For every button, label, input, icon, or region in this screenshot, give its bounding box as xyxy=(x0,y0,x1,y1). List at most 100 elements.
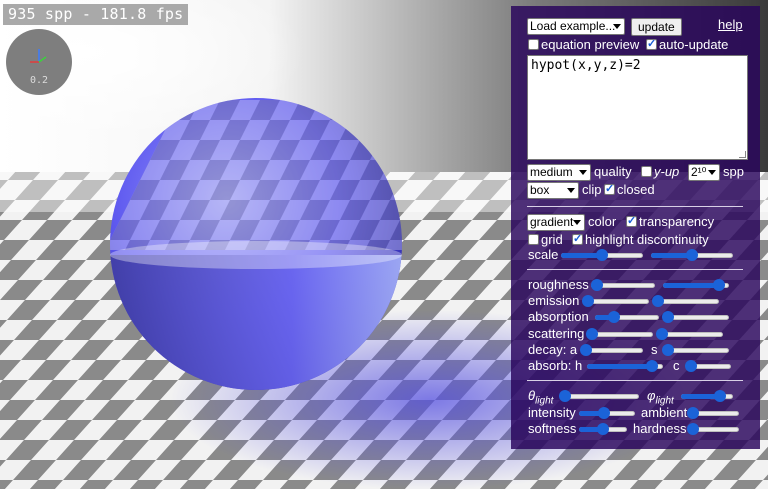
theta-light-slider[interactable] xyxy=(558,390,639,402)
ambient-slider[interactable] xyxy=(687,407,739,419)
slider-thumb[interactable] xyxy=(662,344,675,356)
ambient-label: ambient xyxy=(641,405,688,420)
slider-thumb[interactable] xyxy=(662,311,675,323)
quality-select[interactable]: medium xyxy=(527,164,591,181)
absorb-c-slider[interactable] xyxy=(685,360,731,372)
slider-thumb[interactable] xyxy=(586,328,599,340)
color-label: color xyxy=(588,214,617,229)
slider-thumb[interactable] xyxy=(558,390,571,402)
slider-thumb[interactable] xyxy=(687,407,700,419)
control-panel: Load example... update help equation pre… xyxy=(511,6,760,449)
decay-s-slider[interactable] xyxy=(662,344,729,356)
axes-scale-value: 0.2 xyxy=(29,75,49,86)
auto-update-label: auto-update xyxy=(659,37,729,52)
grid-label: grid xyxy=(541,232,563,247)
slider-thumb[interactable] xyxy=(652,295,665,307)
slider-thumb[interactable] xyxy=(656,328,669,340)
equation-text: hypot(x,y,z)=2 xyxy=(531,58,641,73)
scattering-slider-1[interactable] xyxy=(586,328,653,340)
highlight-discontinuity-checkbox[interactable] xyxy=(572,232,583,245)
slider-track xyxy=(665,348,729,353)
intensity-slider[interactable] xyxy=(579,407,635,419)
color-select[interactable]: gradient xyxy=(527,214,585,231)
spp-select[interactable]: 2¹⁰ xyxy=(688,164,720,181)
stats-readout: 935 spp - 181.8 fps xyxy=(3,4,189,25)
decay-a-label: decay: a xyxy=(528,342,578,357)
phi-light-label: φlight xyxy=(647,388,674,407)
slider-thumb[interactable] xyxy=(713,279,726,291)
slider-track xyxy=(561,394,639,399)
slider-thumb[interactable] xyxy=(714,390,726,402)
slider-track xyxy=(583,348,643,353)
grid-checkbox[interactable] xyxy=(528,234,539,245)
intensity-label: intensity xyxy=(528,405,576,420)
closed-checkbox[interactable] xyxy=(604,182,615,195)
absorption-slider-2[interactable] xyxy=(662,311,729,323)
slider-track xyxy=(589,332,653,337)
slider-track xyxy=(659,332,723,337)
divider xyxy=(527,269,743,270)
emission-slider-1[interactable] xyxy=(582,295,649,307)
decay-a-slider[interactable] xyxy=(580,344,643,356)
theta-light-label: θlight xyxy=(528,388,554,407)
absorb-h-label: absorb: h xyxy=(528,358,583,373)
softness-slider[interactable] xyxy=(579,423,627,435)
absorb-c-label: c xyxy=(673,358,680,373)
slider-thumb[interactable] xyxy=(580,344,592,356)
highlight-discontinuity-label: highlight discontinuity xyxy=(585,232,709,247)
resize-handle-icon[interactable] xyxy=(739,151,746,158)
scattering-label: scattering xyxy=(528,326,585,341)
help-link[interactable]: help xyxy=(718,17,743,32)
slider-track xyxy=(665,315,729,320)
absorption-label: absorption xyxy=(528,309,589,324)
clip-label: clip xyxy=(582,182,602,197)
axes-gizmo[interactable]: 0.2 xyxy=(6,29,72,95)
slider-thumb[interactable] xyxy=(582,295,595,307)
equation-preview-checkbox[interactable] xyxy=(528,39,539,50)
closed-label: closed xyxy=(617,182,655,197)
slider-thumb[interactable] xyxy=(598,407,611,419)
equation-preview-label: equation preview xyxy=(541,37,640,52)
divider xyxy=(527,380,743,381)
emission-slider-2[interactable] xyxy=(652,295,719,307)
auto-update-checkbox[interactable] xyxy=(646,37,657,50)
quality-label: quality xyxy=(594,164,632,179)
absorb-h-slider[interactable] xyxy=(587,360,663,372)
transparency-checkbox[interactable] xyxy=(626,214,637,227)
scale-slider-2[interactable] xyxy=(651,249,733,261)
slider-thumb[interactable] xyxy=(685,360,698,372)
slider-track xyxy=(655,299,719,304)
update-button[interactable]: update xyxy=(631,18,682,36)
slider-thumb[interactable] xyxy=(597,423,609,435)
slider-fill xyxy=(587,364,652,369)
slider-track xyxy=(585,299,649,304)
slider-thumb[interactable] xyxy=(687,423,700,435)
phi-light-slider[interactable] xyxy=(681,390,733,402)
y-up-label: y-up xyxy=(654,164,680,179)
absorption-slider-1[interactable] xyxy=(595,311,659,323)
softness-label: softness xyxy=(528,421,577,436)
roughness-slider-2[interactable] xyxy=(663,279,729,291)
spp-label: spp xyxy=(723,164,744,179)
slider-thumb[interactable] xyxy=(591,279,604,291)
slider-thumb[interactable] xyxy=(596,249,608,261)
slider-thumb[interactable] xyxy=(686,249,698,261)
scale-label: scale xyxy=(528,247,559,262)
equation-input[interactable]: hypot(x,y,z)=2 xyxy=(527,55,748,160)
scattering-slider-2[interactable] xyxy=(656,328,723,340)
clip-select[interactable]: box xyxy=(527,182,579,199)
y-up-checkbox[interactable] xyxy=(641,166,652,177)
roughness-slider-1[interactable] xyxy=(591,279,655,291)
transparency-label: transparency xyxy=(639,214,715,229)
divider xyxy=(527,206,743,207)
hardness-label: hardness xyxy=(633,421,687,436)
decay-s-label: s xyxy=(651,342,658,357)
slider-thumb[interactable] xyxy=(645,360,658,372)
hardness-slider[interactable] xyxy=(687,423,739,435)
example-select[interactable]: Load example... xyxy=(527,18,625,35)
emission-label: emission xyxy=(528,293,580,308)
slider-fill xyxy=(663,283,720,288)
roughness-label: roughness xyxy=(528,277,589,292)
scale-slider-1[interactable] xyxy=(561,249,643,261)
slider-thumb[interactable] xyxy=(608,311,621,323)
